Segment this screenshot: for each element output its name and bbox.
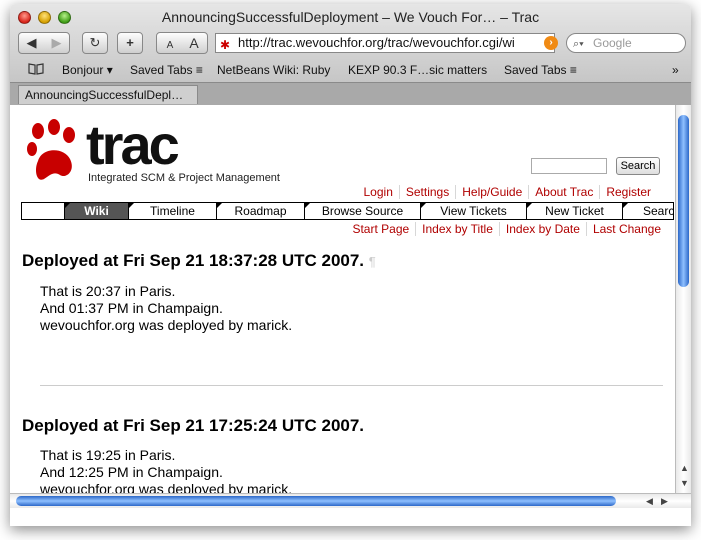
post-heading-text: Deployed at Fri Sep 21 17:25:24 UTC 2007… xyxy=(22,416,365,435)
back-forward-group: ◀ ▶ xyxy=(18,32,70,54)
nav-view-tickets[interactable]: View Tickets xyxy=(420,203,526,219)
tab-announcing-deployment[interactable]: AnnouncingSuccessfulDepl… xyxy=(18,85,198,104)
scroll-left-arrow-icon[interactable]: ◀ xyxy=(646,496,653,507)
bookmark-saved-tabs-2[interactable]: Saved Tabs ≡ xyxy=(504,63,577,77)
index-by-title-link[interactable]: Index by Title xyxy=(415,222,499,236)
rss-icon[interactable]: › xyxy=(544,36,558,50)
address-text: http://trac.wevouchfor.org/trac/wevouchf… xyxy=(238,35,515,50)
page-content: trac Integrated SCM & Project Management… xyxy=(10,105,675,493)
bookmark-kexp[interactable]: KEXP 90.3 F…sic matters xyxy=(348,63,487,77)
browser-chrome: AnnouncingSuccessfulDeployment – We Vouc… xyxy=(10,4,691,105)
settings-link[interactable]: Settings xyxy=(398,185,456,199)
post-line: wevouchfor.org was deployed by marick. xyxy=(40,481,293,493)
back-arrow-icon[interactable]: ◀ xyxy=(19,33,44,53)
trac-favicon-icon: ✱ xyxy=(220,38,231,52)
search-icon: ⌕▾ xyxy=(573,38,584,50)
add-bookmark-button[interactable]: + xyxy=(117,32,143,54)
bookmark-netbeans-wiki[interactable]: NetBeans Wiki: Ruby xyxy=(217,63,330,77)
horizontal-scrollbar[interactable]: ◀ ▶ xyxy=(10,493,691,508)
post-heading-text: Deployed at Fri Sep 21 18:37:28 UTC 2007… xyxy=(22,251,365,270)
nav-roadmap[interactable]: Roadmap xyxy=(216,203,304,219)
post-heading: Deployed at Fri Sep 21 18:37:28 UTC 2007… xyxy=(22,251,376,271)
bookmark-bonjour[interactable]: Bonjour ▾ xyxy=(62,63,113,77)
nav-timeline[interactable]: Timeline xyxy=(128,203,216,219)
plus-icon: + xyxy=(126,35,134,50)
paw-logo-icon xyxy=(27,119,75,180)
help-guide-link[interactable]: Help/Guide xyxy=(455,185,529,199)
trac-tagline: Integrated SCM & Project Management xyxy=(88,172,280,184)
trac-logo[interactable]: trac Integrated SCM & Project Management xyxy=(24,113,280,189)
text-size-group: AA xyxy=(156,32,208,54)
login-link[interactable]: Login xyxy=(358,185,399,199)
register-link[interactable]: Register xyxy=(599,185,657,199)
nav-wiki[interactable]: Wiki xyxy=(64,203,128,219)
forward-arrow-icon[interactable]: ▶ xyxy=(44,33,69,53)
about-trac-link[interactable]: About Trac xyxy=(528,185,600,199)
post-line: And 12:25 PM in Champaign. xyxy=(40,464,223,480)
index-by-date-link[interactable]: Index by Date xyxy=(498,222,586,236)
post-line: wevouchfor.org was deployed by marick. xyxy=(40,317,293,333)
vertical-scrollbar[interactable]: ▲ ▼ xyxy=(675,105,691,493)
nav-new-ticket[interactable]: New Ticket xyxy=(526,203,622,219)
last-change-link[interactable]: Last Change xyxy=(585,222,667,236)
start-page-link[interactable]: Start Page xyxy=(346,222,415,236)
vertical-scroll-thumb[interactable] xyxy=(678,115,689,287)
heading-anchor-link[interactable]: ¶ xyxy=(369,254,376,269)
post-line: That is 19:25 in Paris. xyxy=(40,447,176,463)
text-bigger-button[interactable]: A xyxy=(182,33,206,53)
tab-bar: AnnouncingSuccessfulDepl… xyxy=(10,82,691,105)
bookmarks-overflow-button[interactable]: » xyxy=(672,63,679,77)
section-divider xyxy=(40,385,663,386)
main-nav: Wiki Timeline Roadmap Browse Source View… xyxy=(21,202,674,220)
reload-button[interactable]: ↻ xyxy=(82,32,108,54)
meta-nav: Login Settings Help/Guide About Trac Registe… xyxy=(358,185,657,199)
bookmark-saved-tabs-1[interactable]: Saved Tabs ≡ xyxy=(130,63,203,77)
reload-icon: ↻ xyxy=(89,35,101,50)
site-search-button[interactable]: Search xyxy=(616,157,660,175)
post-line: And 01:37 PM in Champaign. xyxy=(40,300,223,316)
scroll-up-arrow-icon[interactable]: ▲ xyxy=(680,463,689,473)
text-smaller-button[interactable]: A xyxy=(158,36,182,56)
post-line: That is 20:37 in Paris. xyxy=(40,283,176,299)
scroll-down-arrow-icon[interactable]: ▼ xyxy=(680,478,689,488)
nav-browse-source[interactable]: Browse Source xyxy=(304,203,420,219)
site-search-input[interactable] xyxy=(531,158,607,174)
search-placeholder: Google xyxy=(593,36,632,50)
web-search-input[interactable]: ⌕▾ Google xyxy=(566,33,686,53)
bookmarks-book-icon[interactable] xyxy=(28,63,44,78)
address-bar[interactable]: ✱ http://trac.wevouchfor.org/trac/wevouc… xyxy=(215,33,555,53)
trac-logo-word: trac xyxy=(86,113,180,176)
bookmarks-bar: Bonjour ▾ Saved Tabs ≡ NetBeans Wiki: Ru… xyxy=(10,60,691,80)
nav-search[interactable]: Search xyxy=(622,203,673,219)
browser-window: AnnouncingSuccessfulDeployment – We Vouc… xyxy=(10,4,691,526)
scroll-right-arrow-icon[interactable]: ▶ xyxy=(661,496,668,507)
post-body: That is 19:25 in Paris. And 12:25 PM in … xyxy=(40,447,292,493)
window-title: AnnouncingSuccessfulDeployment – We Vouc… xyxy=(161,9,540,25)
post-heading: Deployed at Fri Sep 21 17:25:24 UTC 2007… xyxy=(22,416,364,436)
context-nav: Start Page Index by Title Index by Date Las… xyxy=(346,222,667,236)
post-body: That is 20:37 in Paris. And 01:37 PM in … xyxy=(40,283,292,334)
horizontal-scroll-thumb[interactable] xyxy=(16,496,616,506)
